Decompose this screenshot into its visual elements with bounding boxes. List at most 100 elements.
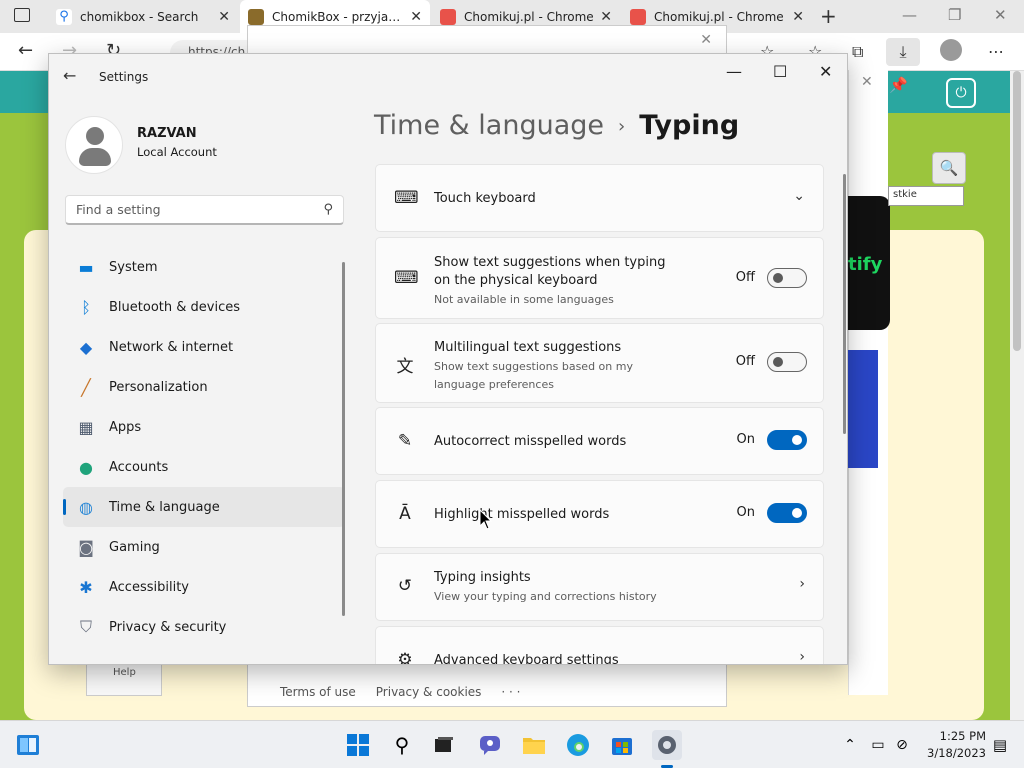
toggle-switch[interactable] [767, 430, 807, 450]
browser-tab-search[interactable]: ⚲ chomikbox - Search ✕ [48, 0, 238, 33]
terms-link[interactable]: Terms of use [280, 685, 356, 699]
chevron-right-icon[interactable]: › [799, 649, 805, 664]
maximize-button[interactable]: ☐ [773, 62, 787, 81]
spotify-ad[interactable]: tify [848, 196, 890, 330]
sidebar-item-personalization[interactable]: ╱ Personalization [63, 367, 345, 407]
tab-actions-icon[interactable] [14, 8, 30, 22]
setting-card-multilingual-text-suggestions[interactable]: 文 Multilingual text suggestions Show text … [375, 323, 824, 403]
language-icon: 文 [396, 357, 414, 377]
chat-icon[interactable] [478, 733, 502, 757]
browser-back-icon[interactable]: ← [18, 40, 33, 61]
back-button[interactable]: ← [63, 66, 76, 85]
setting-title: Show text suggestions when typing on the… [434, 255, 666, 288]
nav-scrollbar[interactable] [342, 262, 345, 616]
chevron-right-icon[interactable]: › [799, 576, 805, 592]
blue-ad[interactable] [848, 350, 878, 468]
volume-mute-icon[interactable]: ⊘ [890, 733, 914, 757]
profile-avatar-icon[interactable] [940, 39, 962, 61]
tab-close-icon[interactable]: ✕ [600, 9, 612, 25]
site-power-icon[interactable]: ⏻ [946, 78, 976, 108]
notifications-icon[interactable]: ▤ [988, 733, 1012, 757]
tab-close-icon[interactable]: ✕ [792, 9, 804, 25]
page-scrollbar[interactable] [1010, 71, 1024, 721]
clock-time[interactable]: 1:25 PM [926, 729, 986, 743]
downloads-icon[interactable]: ⤓ [886, 38, 920, 66]
setting-description: View your typing and corrections history [434, 590, 657, 603]
sidebar-item-system[interactable]: ▬ System [63, 247, 345, 287]
setting-card-typing-insights[interactable]: ↺ Typing insights View your typing and cor… [375, 553, 824, 621]
browser-minimize-button[interactable]: — [902, 6, 917, 24]
tab-close-icon[interactable]: ✕ [218, 9, 230, 25]
tab-close-icon[interactable]: ✕ [410, 9, 422, 25]
tab-label: Chomikuj.pl - Chrome [654, 9, 784, 24]
search-icon[interactable]: ⚲ [323, 202, 333, 217]
tray-chevron-icon[interactable]: ⌃ [838, 733, 862, 757]
sidebar-item-privacy-security[interactable]: ⛉ Privacy & security [63, 607, 345, 647]
setting-title: Touch keyboard [434, 191, 536, 206]
clock-date[interactable]: 3/18/2023 [916, 746, 986, 760]
sidebar-item-network-internet[interactable]: ◆ Network & internet [63, 327, 345, 367]
toggle-switch[interactable] [767, 268, 807, 288]
pin-icon[interactable]: 📌 [889, 76, 908, 94]
user-name: RAZVAN [137, 126, 197, 141]
panel-close-icon[interactable]: ✕ [861, 74, 873, 90]
task-view-icon[interactable] [432, 733, 456, 757]
search-input[interactable] [66, 196, 296, 222]
wifi-icon: ◆ [79, 337, 93, 357]
start-icon[interactable] [346, 733, 370, 757]
search-taskbar-icon[interactable]: ⚲ [390, 733, 414, 757]
sidebar-item-time-language[interactable]: ◍ Time & language [63, 487, 345, 527]
search-favicon-icon: ⚲ [56, 8, 72, 25]
collections-icon[interactable]: ⧉ [852, 42, 863, 62]
gear-icon: ⚙ [397, 650, 413, 665]
setting-card-advanced-keyboard-settings[interactable]: ⚙ Advanced keyboard settings › [375, 626, 824, 665]
privacy-link[interactable]: Privacy & cookies [376, 685, 482, 699]
history-icon: ↺ [397, 576, 413, 596]
sidebar-item-gaming[interactable]: ◙ Gaming [63, 527, 345, 567]
setting-description: Show text suggestions based on my langua… [434, 360, 633, 391]
avatar [65, 116, 123, 174]
sidebar-item-accessibility[interactable]: ✱ Accessibility [63, 567, 345, 607]
popup-footer: Terms of use Privacy & cookies · · · [248, 678, 726, 706]
edge-icon[interactable] [566, 733, 590, 757]
new-tab-button[interactable]: + [820, 4, 837, 28]
settings-nav: ▬ System ᛒ Bluetooth & devices ◆ Network & in… [63, 247, 345, 647]
toggle-switch[interactable] [767, 503, 807, 523]
breadcrumb-parent[interactable]: Time & language [374, 110, 604, 141]
content-scrollbar[interactable] [843, 174, 846, 434]
store-icon[interactable] [610, 733, 634, 757]
browser-maximize-button[interactable]: ❐ [948, 6, 961, 24]
keyboard-icon: ⌨ [394, 188, 419, 208]
network-tray-icon[interactable]: ▭ [866, 733, 890, 757]
widgets-icon[interactable] [16, 733, 40, 757]
setting-title: Typing insights [434, 570, 531, 585]
more-dots[interactable]: · · · [501, 685, 520, 699]
account-summary[interactable]: RAZVAN Local Account [65, 116, 345, 176]
more-options-icon[interactable]: ⋯ [988, 42, 1004, 61]
sidebar-item-bluetooth-devices[interactable]: ᛒ Bluetooth & devices [63, 287, 345, 327]
site-category-select[interactable]: stkie [888, 186, 964, 206]
sidebar-item-label: Network & internet [109, 339, 234, 355]
toggle-switch[interactable] [767, 352, 807, 372]
settings-taskbar-icon[interactable] [652, 730, 682, 760]
setting-card-highlight-misspelled-words[interactable]: Ā Highlight misspelled words On [375, 480, 824, 548]
apps-icon: ▦ [78, 417, 94, 437]
setting-card-touch-keyboard[interactable]: ⌨ Touch keyboard ⌄ [375, 164, 824, 232]
site-search-icon[interactable]: 🔍 [932, 152, 966, 184]
tab-label: Chomikuj.pl - Chrome [464, 9, 594, 24]
setting-card-show-text-suggestions-when-typing-on-the-physical-keyboard[interactable]: ⌨ Show text suggestions when typing on th… [375, 237, 824, 319]
close-button[interactable]: ✕ [819, 62, 832, 81]
bluetooth-icon: ᛒ [81, 297, 91, 317]
browser-close-button[interactable]: ✕ [994, 6, 1007, 24]
help-link[interactable]: Help [86, 660, 162, 696]
highlight-text-icon: Ā [399, 504, 411, 524]
minimize-button[interactable]: — [726, 62, 742, 81]
search-box[interactable]: ⚲ [65, 195, 344, 225]
sidebar-item-accounts[interactable]: ● Accounts [63, 447, 345, 487]
setting-card-autocorrect-misspelled-words[interactable]: ✎ Autocorrect misspelled words On [375, 407, 824, 475]
globe-clock-icon: ◍ [79, 497, 93, 517]
sidebar-item-apps[interactable]: ▦ Apps [63, 407, 345, 447]
chevron-down-icon[interactable]: ⌄ [793, 188, 805, 204]
file-explorer-icon[interactable] [522, 733, 546, 757]
popup-close-icon[interactable]: ✕ [700, 32, 712, 48]
